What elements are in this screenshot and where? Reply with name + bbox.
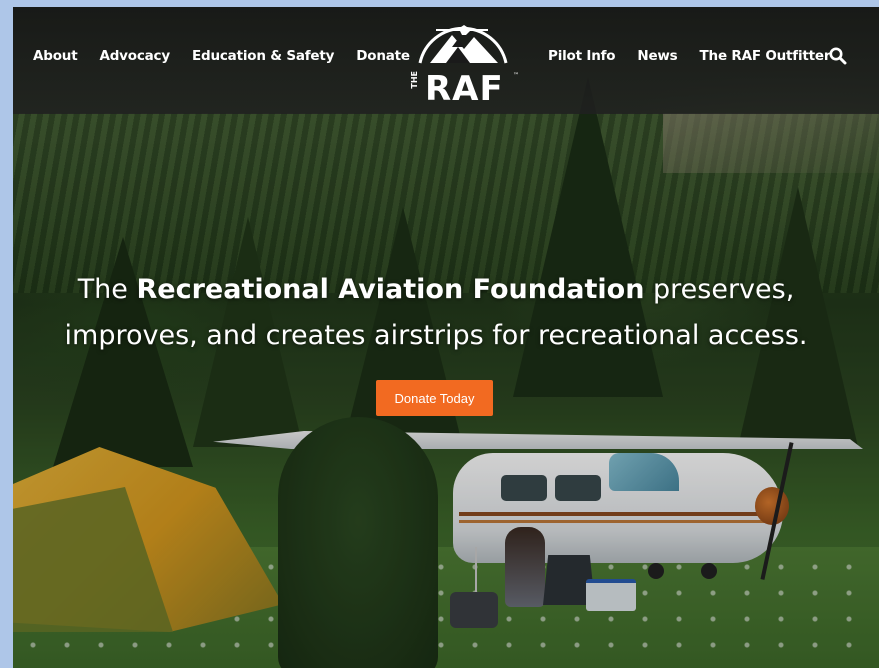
donate-today-button[interactable]: Donate Today bbox=[376, 380, 493, 416]
nav-education-safety[interactable]: Education & Safety bbox=[192, 48, 334, 64]
nav-about[interactable]: About bbox=[33, 48, 78, 64]
logo-name-text: RAF bbox=[425, 69, 504, 109]
nav-donate[interactable]: Donate bbox=[356, 48, 410, 64]
nav-pilot-info[interactable]: Pilot Info bbox=[548, 48, 616, 64]
headline-line-2: improves, and creates airstrips for recr… bbox=[64, 320, 808, 351]
search-icon[interactable] bbox=[829, 47, 847, 65]
headline-organization: Recreational Aviation Foundation bbox=[136, 274, 645, 305]
headline-line-1: The Recreational Aviation Foundation pre… bbox=[13, 267, 859, 313]
nav-right: Pilot Info News The RAF Outfitter bbox=[548, 48, 852, 64]
window-frame-left bbox=[0, 0, 13, 668]
logo-the-text: THE bbox=[410, 71, 419, 89]
page: About Advocacy Education & Safety Donate… bbox=[13, 7, 879, 668]
headline-suffix: preserves, bbox=[644, 274, 795, 305]
raf-logo[interactable]: THE RAF ™ bbox=[408, 11, 519, 111]
headline-prefix: The bbox=[77, 274, 137, 305]
nav-advocacy[interactable]: Advocacy bbox=[99, 48, 170, 64]
hero-headline: The Recreational Aviation Foundation pre… bbox=[13, 267, 859, 359]
site-header: About Advocacy Education & Safety Donate… bbox=[13, 7, 879, 114]
window-frame-top bbox=[0, 0, 879, 7]
nav-raf-outfitter[interactable]: The RAF Outfitter bbox=[700, 48, 831, 64]
nav-left: About Advocacy Education & Safety Donate bbox=[33, 48, 432, 64]
nav-news[interactable]: News bbox=[637, 48, 677, 64]
logo-trademark: ™ bbox=[513, 72, 519, 79]
